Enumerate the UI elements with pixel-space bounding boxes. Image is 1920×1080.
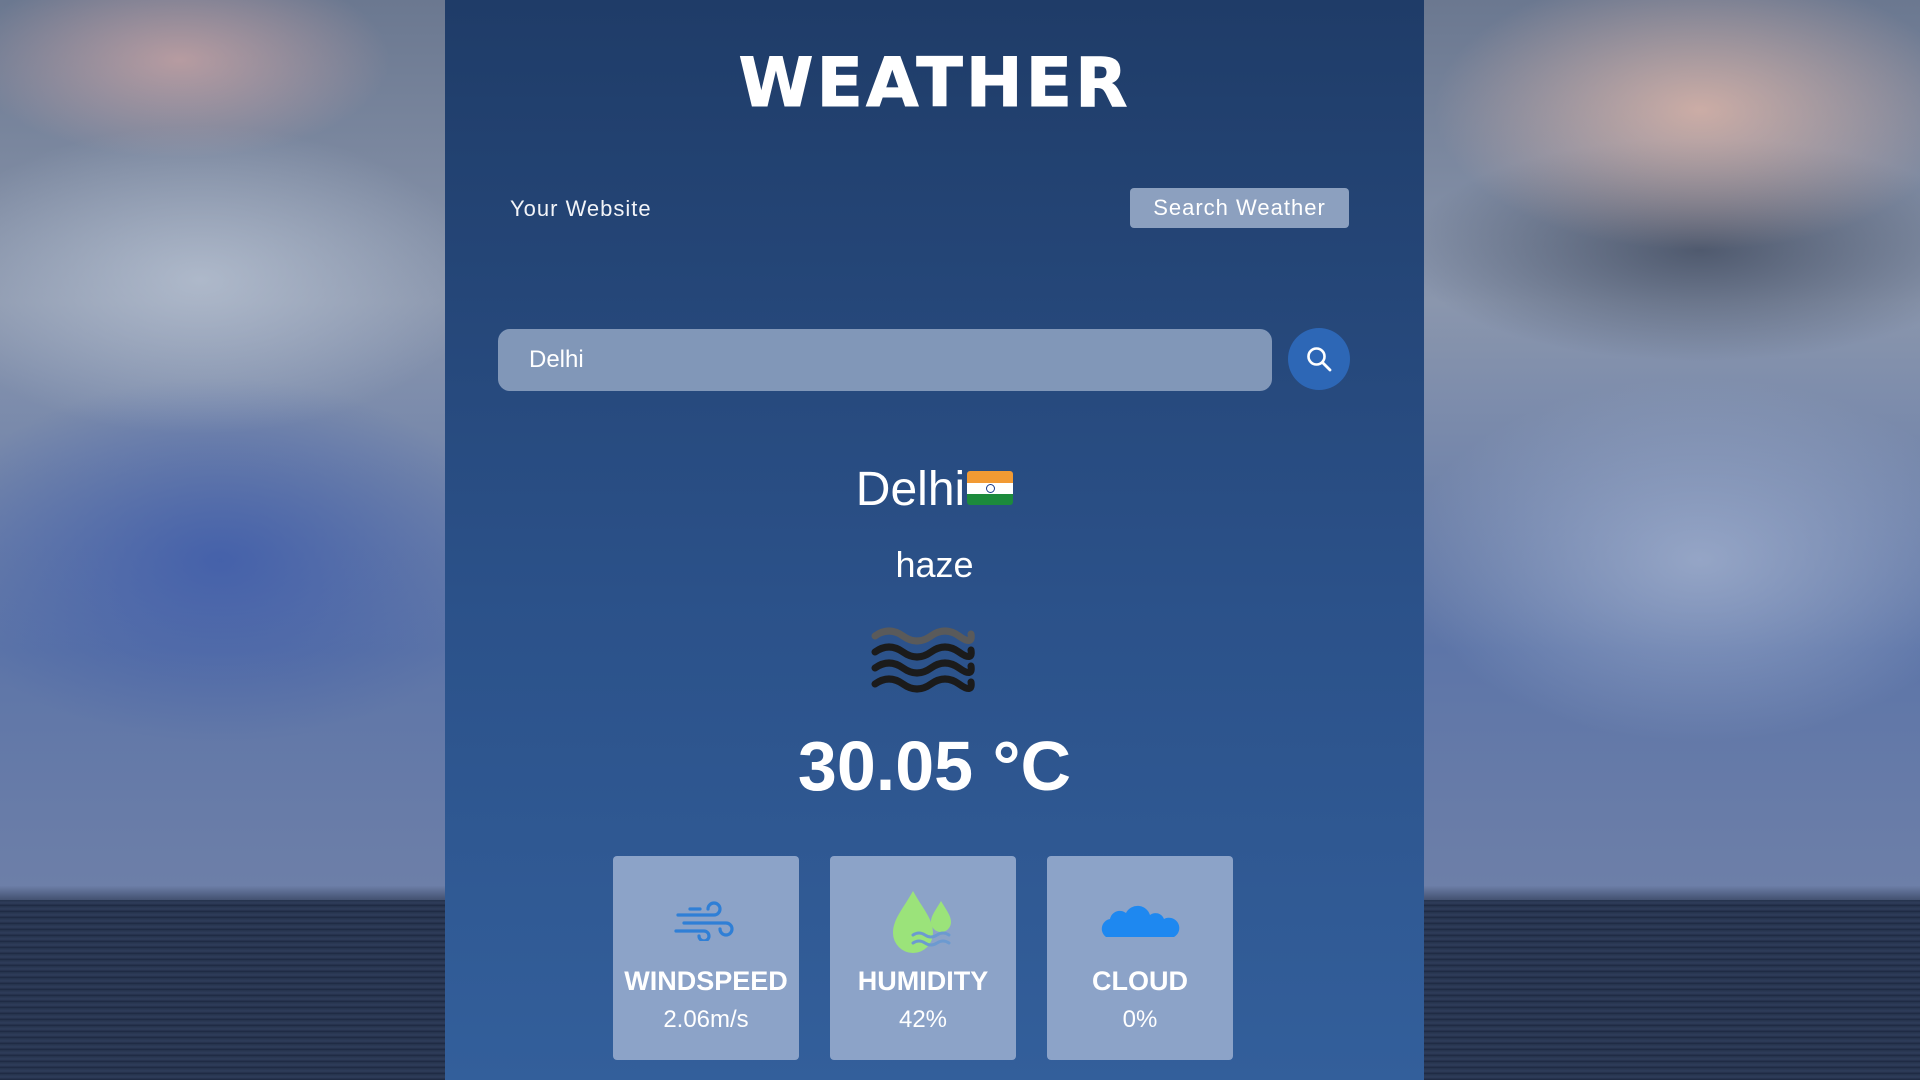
search-weather-button[interactable]: Search Weather (1130, 188, 1349, 228)
weather-description: haze (895, 544, 974, 585)
search-button[interactable] (1288, 328, 1350, 390)
wind-icon (613, 886, 799, 956)
cloud-icon (1047, 886, 1233, 956)
cloud-value: 0% (1122, 1006, 1158, 1033)
temperature: 30.05 °C (797, 727, 1072, 805)
humidity-card: HUMIDITY 42% (830, 856, 1016, 1060)
city-name: Delhi (855, 463, 966, 516)
app-title: WEATHER (738, 44, 1131, 124)
weather-panel: WEATHER Your Website Search Weather Delh… (445, 0, 1424, 1080)
city-name-row: Delhi (445, 462, 1424, 517)
cloud-card: CLOUD 0% (1047, 856, 1233, 1060)
india-flag-icon (967, 471, 1014, 506)
city-search-input[interactable] (498, 329, 1272, 391)
search-icon (1307, 347, 1332, 372)
haze-icon (871, 627, 975, 693)
humidity-label: HUMIDITY (857, 966, 989, 996)
your-website-link[interactable]: Your Website (510, 196, 652, 222)
windspeed-card: WINDSPEED 2.06m/s (613, 856, 799, 1060)
cloud-label: CLOUD (1092, 966, 1188, 996)
windspeed-value: 2.06m/s (663, 1006, 749, 1033)
humidity-drops-icon (830, 886, 1016, 956)
windspeed-label: WINDSPEED (624, 966, 788, 996)
humidity-value: 42% (898, 1006, 948, 1033)
